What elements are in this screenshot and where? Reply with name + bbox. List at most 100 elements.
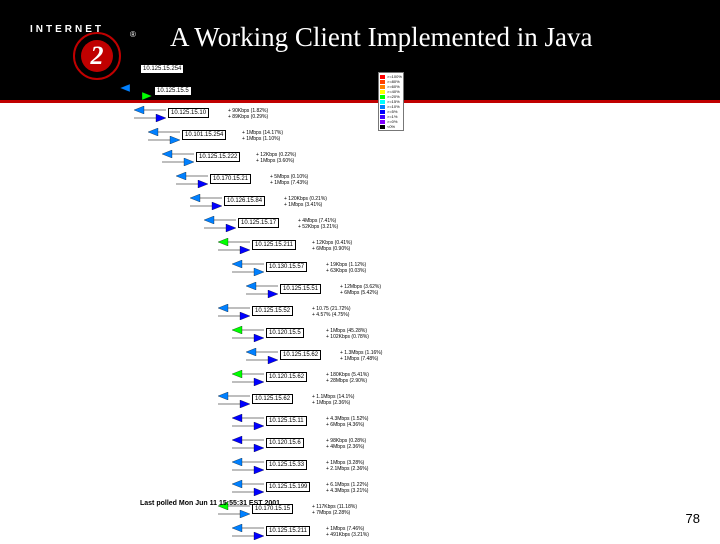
- arrow-left-icon: [120, 84, 152, 92]
- node-stats: + 6.1Mbps (1.22%)+ 4.3Mbps (3.21%): [326, 482, 368, 494]
- ip-node: 10.125.15.222: [196, 152, 240, 162]
- ip-node: 10.125.15.211: [252, 240, 296, 250]
- trace-row: 10.125.15.254: [140, 60, 440, 82]
- node-stats: + 52Mbps (1.30%)+ 13Mbps (0.10%): [214, 86, 255, 98]
- node-stats: + 90Kbps (1.82%)+ 89Kbps (0.29%): [228, 108, 268, 120]
- arrow-right-icon: [218, 510, 250, 518]
- node-stats: + 1Mbps (45.28%)+ 102Kbps (0.78%): [326, 328, 369, 340]
- node-stats: + 1Mbps (7.46%)+ 491Kbps (3.21%): [326, 526, 369, 538]
- ip-node: 10.120.15.6: [266, 438, 304, 448]
- node-stats: + 1Mbps (3.28%)+ 2.1Mbps (2.36%): [326, 460, 368, 472]
- ip-node: 10.125.15.52: [252, 306, 293, 316]
- arrow-left-icon: [232, 370, 264, 378]
- arrow-right-icon: [204, 224, 236, 232]
- ip-node: 10.130.15.57: [266, 262, 307, 272]
- trace-row: 10.130.15.57 + 19Kbps (1.12%)+ 63Kbps (0.…: [140, 258, 440, 280]
- trace-row: 10.125.15.62 + 1.3Mbps (1.16%)+ 1Mbps (7.…: [140, 346, 440, 368]
- arrow-left-icon: [246, 282, 278, 290]
- slide-title: A Working Client Implemented in Java: [170, 22, 593, 53]
- arrow-right-icon: [232, 488, 264, 496]
- trace-row: 10.101.15.254 + 1Mbps (14.17%)+ 1Mbps (1.…: [140, 126, 440, 148]
- trace-row: 10.125.15.211 + 12Kbps (0.41%)+ 6Mbps (0.…: [140, 236, 440, 258]
- arrow-right-icon: [218, 246, 250, 254]
- node-stats: + 98Kbps (0.28%)+ 4Mbps (2.36%): [326, 438, 366, 450]
- node-stats: + 12Kbps (0.22%)+ 1Mbps (3.60%): [256, 152, 296, 164]
- ip-node: 10.120.15.62: [266, 372, 307, 382]
- ip-node: 10.125.15.10: [168, 108, 209, 118]
- ip-node: 10.101.15.254: [182, 130, 226, 140]
- trace-row: 10.125.15.199 + 6.1Mbps (1.22%)+ 4.3Mbps …: [140, 478, 440, 500]
- node-stats: + 12Kbps (0.41%)+ 6Mbps (0.90%): [312, 240, 352, 252]
- arrow-left-icon: [232, 436, 264, 444]
- arrow-left-icon: [148, 128, 180, 136]
- arrow-right-icon: [218, 312, 250, 320]
- arrow-left-icon: [176, 172, 208, 180]
- node-stats: + 1.1Mbps (14.1%)+ 1Mbps (2.36%): [312, 394, 354, 406]
- trace-row: 10.125.15.62 + 1.1Mbps (14.1%)+ 1Mbps (2.…: [140, 390, 440, 412]
- arrow-left-icon: [218, 304, 250, 312]
- ip-node: 10.120.15.5: [266, 328, 304, 338]
- node-stats: + 19Kbps (1.12%)+ 63Kbps (0.03%): [326, 262, 366, 274]
- arrow-right-icon: [190, 202, 222, 210]
- ip-node: 10.125.15.51: [280, 284, 321, 294]
- trace-row: 10.126.15.84+ 120Kbps (0.21%)+ 1Mbps (3.…: [140, 192, 440, 214]
- node-stats: + 1Mbps (14.17%)+ 1Mbps (1.10%): [242, 130, 283, 142]
- trace-row: 10.125.15.17+ 4Mbps (7.41%)+ 52Kbps (3.2…: [140, 214, 440, 236]
- trace-row: 10.170.15.21 + 5Mbps (0.10%)+ 1Mbps (7.43…: [140, 170, 440, 192]
- arrow-left-icon: [134, 106, 166, 114]
- arrow-left-icon: [232, 414, 264, 422]
- internet2-logo: INTERNET 2: [18, 20, 70, 72]
- ip-node: 10.125.15.62: [280, 350, 321, 360]
- ip-node: 10.125.15.11: [266, 416, 307, 426]
- node-stats: + 12Mbps (3.62%)+ 6Mbps (5.42%): [340, 284, 381, 296]
- arrow-right-icon: [148, 136, 180, 144]
- arrow-left-icon: [232, 480, 264, 488]
- node-stats: + 117Kbps (11.18%)+ 7Mbps (2.28%): [312, 504, 357, 516]
- trace-row: 10.120.15.62+ 180Kbps (5.41%)+ 28Mbps (2…: [140, 368, 440, 390]
- arrow-right-icon: [120, 92, 152, 100]
- node-stats: + 5Mbps (0.10%)+ 1Mbps (7.43%): [270, 174, 308, 186]
- arrow-left-icon: [232, 524, 264, 532]
- node-stats: + 1.3Mbps (1.16%)+ 1Mbps (7.48%): [340, 350, 382, 362]
- ip-node: 10.125.15.199: [266, 482, 310, 492]
- logo-digit: 2: [73, 32, 121, 80]
- trace-row: 10.125.15.51 + 12Mbps (3.62%)+ 6Mbps (5.4…: [140, 280, 440, 302]
- node-stats: + 4Mbps (7.41%)+ 52Kbps (3.21%): [298, 218, 338, 230]
- arrow-right-icon: [232, 466, 264, 474]
- trace-row: 10.125.15.10 + 90Kbps (1.82%)+ 89Kbps (0.…: [140, 104, 440, 126]
- arrow-right-icon: [134, 114, 166, 122]
- arrow-left-icon: [190, 194, 222, 202]
- trace-row: 10.125.15.33 + 1Mbps (3.28%)+ 2.1Mbps (2.…: [140, 456, 440, 478]
- ip-node: 10.125.15.211: [266, 526, 310, 536]
- trace-row: 10.125.15.52+ 10.75 (21.72%)+ 4.57% (4.7…: [140, 302, 440, 324]
- arrow-left-icon: [162, 150, 194, 158]
- registered-mark: ®: [130, 30, 136, 39]
- arrow-left-icon: [232, 260, 264, 268]
- arrow-left-icon: [218, 238, 250, 246]
- arrow-right-icon: [218, 400, 250, 408]
- ip-node: 10.170.15.21: [210, 174, 251, 184]
- trace-row: 10.125.15.222 + 12Kbps (0.22%)+ 1Mbps (3.…: [140, 148, 440, 170]
- arrow-right-icon: [232, 268, 264, 276]
- ip-node: 10.125.15.5: [154, 86, 192, 96]
- arrow-right-icon: [232, 532, 264, 540]
- node-stats: + 4.3Mbps (1.52%)+ 6Mbps (4.36%): [326, 416, 368, 428]
- arrow-right-icon: [232, 422, 264, 430]
- ip-node: 10.125.15.33: [266, 460, 307, 470]
- trace-row: 10.120.15.6 + 98Kbps (0.28%)+ 4Mbps (2.36…: [140, 434, 440, 456]
- arrow-right-icon: [246, 356, 278, 364]
- ip-node: 10.125.15.254: [140, 64, 184, 74]
- poll-timestamp: Last polled Mon Jun 11 15:55:31 EST 2001: [140, 500, 280, 507]
- arrow-right-icon: [246, 290, 278, 298]
- arrow-left-icon: [232, 458, 264, 466]
- arrow-right-icon: [232, 444, 264, 452]
- trace-row: 10.125.15.11 + 4.3Mbps (1.52%)+ 6Mbps (4.…: [140, 412, 440, 434]
- page-number: 78: [686, 511, 700, 526]
- trace-row: 10.125.15.5 + 52Mbps (1.30%)+ 13Mbps (0.1…: [140, 82, 440, 104]
- arrow-left-icon: [246, 348, 278, 356]
- traceroute-diagram: 10.125.15.254 10.125.15.5 + 52Mbps (1.30%)…: [140, 60, 440, 544]
- ip-node: 10.125.15.62: [252, 394, 293, 404]
- arrow-left-icon: [204, 216, 236, 224]
- arrow-right-icon: [232, 334, 264, 342]
- trace-row: 10.125.15.211 + 1Mbps (7.46%)+ 491Kbps (3…: [140, 522, 440, 544]
